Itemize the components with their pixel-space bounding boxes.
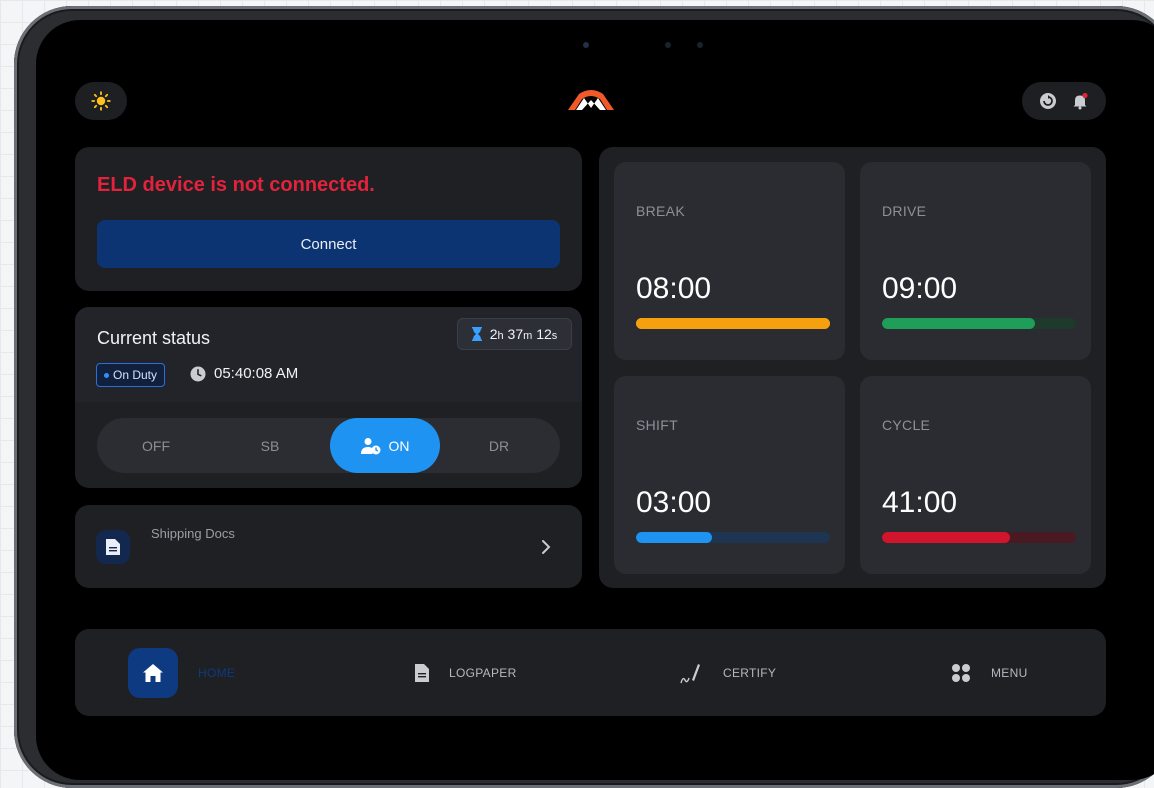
timer-progress-fill xyxy=(882,532,1011,543)
shipping-docs-label: Shipping Docs xyxy=(151,526,235,541)
connect-button[interactable]: Connect xyxy=(97,220,560,268)
signature-pen-icon xyxy=(680,663,700,683)
timer-card-drive: DRIVE 09:00 xyxy=(860,162,1091,360)
timer-label: BREAK xyxy=(636,203,685,219)
timer-progress-bar xyxy=(636,318,830,329)
mode-dr-button[interactable]: DR xyxy=(444,418,554,473)
timer-card-break: BREAK 08:00 xyxy=(614,162,845,360)
grid-menu-icon xyxy=(952,663,970,682)
home-icon xyxy=(128,647,178,698)
sensor-dot xyxy=(697,42,703,48)
timer-value: 08:00 xyxy=(636,272,712,305)
duty-mode-selector: OFF SB ON DR xyxy=(97,418,560,473)
top-actions xyxy=(1022,82,1106,120)
timer-value: 09:00 xyxy=(882,272,958,305)
camera-bar xyxy=(541,38,731,52)
duty-dot-icon xyxy=(104,372,109,378)
status-header: Current status 2h 37m 12s On Duty 05:40:… xyxy=(75,307,582,402)
duty-badge-label: On Duty xyxy=(113,368,158,382)
bell-icon[interactable] xyxy=(1071,92,1089,110)
sensor-dot xyxy=(665,42,671,48)
duty-status-badge: On Duty xyxy=(96,363,166,387)
status-time-text: 05:40:08 AM xyxy=(214,365,299,382)
timer-progress-fill xyxy=(882,318,1036,329)
timer-progress-fill xyxy=(636,318,830,329)
timer-label: DRIVE xyxy=(882,203,927,219)
timer-text: 2h 37m 12s xyxy=(489,326,558,342)
timer-card-shift: SHIFT 03:00 xyxy=(614,376,845,574)
timer-progress-fill xyxy=(636,532,712,543)
timer-card-cycle: CYCLE 41:00 xyxy=(860,376,1091,574)
chevron-right-icon xyxy=(542,540,551,554)
nav-menu-label: MENU xyxy=(991,665,1028,680)
timer-progress-bar xyxy=(636,532,830,543)
status-time: 05:40:08 AM xyxy=(190,365,298,382)
status-timer-badge: 2h 37m 12s xyxy=(457,318,572,350)
sun-icon xyxy=(91,91,111,111)
mode-off-button[interactable]: OFF xyxy=(101,418,211,473)
eld-status-message: ELD device is not connected. xyxy=(97,174,375,196)
brand-logo-icon xyxy=(568,90,614,110)
hourglass-icon xyxy=(471,327,482,341)
timer-label: CYCLE xyxy=(882,417,931,433)
theme-toggle-button[interactable] xyxy=(75,82,127,120)
shipping-docs-card[interactable]: Shipping Docs xyxy=(75,505,582,588)
timer-label: SHIFT xyxy=(636,417,678,433)
current-status-card: Current status 2h 37m 12s On Duty 05:40:… xyxy=(75,307,582,488)
document-icon xyxy=(415,663,429,682)
mode-sb-button[interactable]: SB xyxy=(215,418,325,473)
document-icon xyxy=(96,530,130,564)
nav-logpaper[interactable]: LOGPAPER xyxy=(415,629,517,716)
hos-timers-panel: BREAK 08:00 DRIVE 09:00 SHIFT 03:00 CYCL… xyxy=(599,147,1106,588)
status-title: Current status xyxy=(97,328,211,348)
eld-connection-card: ELD device is not connected. Connect xyxy=(75,147,582,291)
mode-on-button[interactable]: ON xyxy=(330,418,440,473)
nav-home[interactable]: HOME xyxy=(128,629,235,716)
nav-certify[interactable]: CERTIFY xyxy=(679,629,776,716)
nav-home-label: HOME xyxy=(198,665,236,680)
camera-dot xyxy=(583,42,589,48)
clock-icon xyxy=(190,366,206,381)
nav-logpaper-label: LOGPAPER xyxy=(449,665,517,680)
bottom-navigation: HOME LOGPAPER CERTIFY MENU xyxy=(75,629,1106,716)
nav-certify-label: CERTIFY xyxy=(723,665,777,680)
timer-value: 03:00 xyxy=(636,486,712,519)
nav-menu[interactable]: MENU xyxy=(951,629,1028,716)
person-clock-icon xyxy=(360,437,380,454)
sync-icon[interactable] xyxy=(1039,92,1057,110)
timer-progress-bar xyxy=(882,318,1076,329)
timer-value: 41:00 xyxy=(882,486,958,519)
timer-progress-bar xyxy=(882,532,1076,543)
